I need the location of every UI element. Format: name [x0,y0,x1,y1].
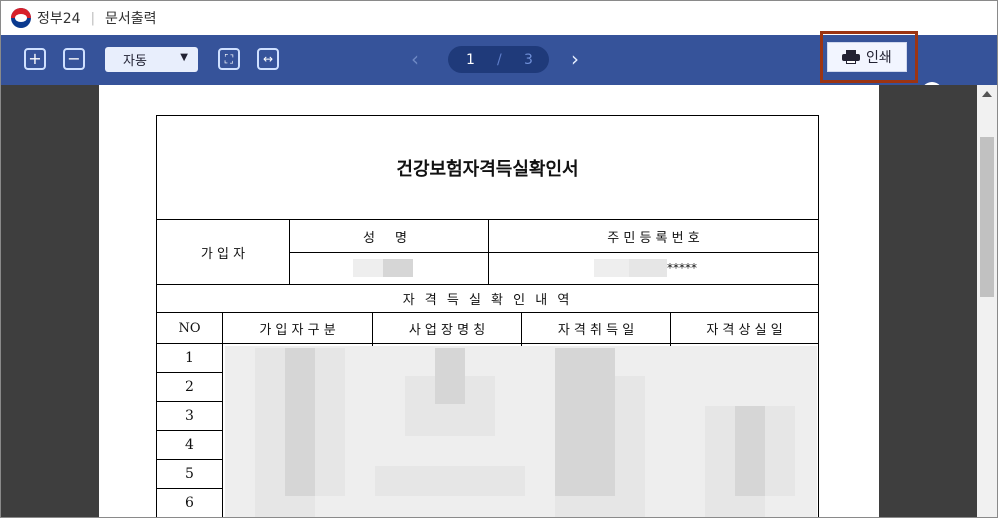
column-header-workplace: 사 업 장 명 칭 [408,322,486,338]
subscriber-label: 가 입 자 [200,246,246,262]
zoom-out-button[interactable]: − [63,48,85,70]
title-bar: 정부24 | 문서출력 [1,1,997,35]
document-viewport[interactable]: 건강보험자격득실확인서 가 입 자 성 명 주 민 등 록 번 호 ***** … [1,85,977,517]
table-row-number: 6 [185,495,194,511]
table-row-number: 3 [185,408,194,424]
vertical-scrollbar[interactable] [977,85,997,517]
rrn-header: 주 민 등 록 번 호 [607,230,700,246]
print-button-label: 인쇄 [866,50,892,66]
name-redacted [353,259,383,277]
table-row-number: 5 [185,466,194,482]
window-title: 문서출력 [104,11,157,27]
zoom-in-button[interactable]: + [24,48,46,70]
column-header-acquired-date: 자 격 취 득 일 [557,322,635,338]
table-row-number: 4 [185,437,194,453]
table-row-number: 2 [185,379,194,395]
chevron-down-icon: ▼ [180,52,188,63]
gov24-logo-icon [11,8,31,28]
viewer-window: 정부24 | 문서출력 + − 자동 ▼ ⛶ ↔ ‹ 1 / 3 › ? 인쇄 … [0,0,998,518]
history-header: 자 격 득 실 확 인 내 역 [402,293,573,308]
document-title: 건강보험자격득실확인서 [396,158,579,180]
zoom-select[interactable]: 자동 ▼ [105,47,198,72]
page-separator: / [497,51,502,68]
current-page-input[interactable]: 1 [466,52,475,68]
printer-icon [842,50,860,64]
print-button[interactable]: 인쇄 [827,42,907,72]
document-page: 건강보험자격득실확인서 가 입 자 성 명 주 민 등 록 번 호 ***** … [99,85,879,517]
brand-name: 정부24 [37,11,81,27]
name-header: 성 명 [362,230,416,246]
page-indicator: 1 / 3 [448,46,549,73]
rrn-redacted [594,259,629,277]
zoom-select-value: 자동 [123,54,147,69]
fit-page-button[interactable]: ⛶ [218,48,240,70]
scroll-up-icon[interactable] [982,91,992,97]
column-header-lost-date: 자 격 상 실 일 [706,322,783,338]
column-header-subscriber-type: 가 입 자 구 분 [259,322,336,338]
fit-width-button[interactable]: ↔ [257,48,279,70]
certificate-table: 건강보험자격득실확인서 가 입 자 성 명 주 민 등 록 번 호 ***** … [156,115,819,517]
next-page-button[interactable]: › [571,47,579,71]
scrollbar-thumb[interactable] [980,137,994,297]
title-separator: | [90,10,95,26]
total-pages: 3 [524,51,533,68]
column-header-no: NO [178,320,201,336]
rrn-masked: ***** [667,261,697,275]
table-row-number: 1 [185,350,194,366]
previous-page-button[interactable]: ‹ [411,47,419,71]
